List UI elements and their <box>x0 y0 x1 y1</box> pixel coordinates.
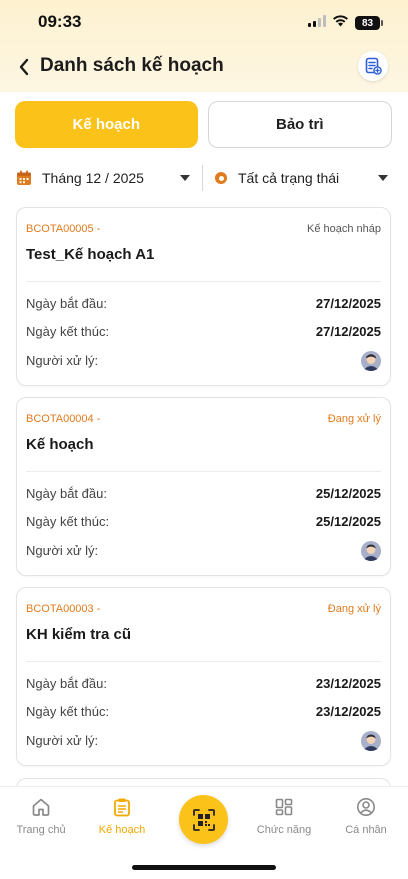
start-date-label: Ngày bắt đầu: <box>26 486 107 501</box>
grid-icon <box>275 798 293 816</box>
plan-title: KH kiểm tra cũ <box>26 626 132 643</box>
status-icons: 83 <box>308 14 383 32</box>
end-date-label: Ngày kết thúc: <box>26 704 110 719</box>
plan-code: BCOTA00005 - <box>26 223 101 235</box>
wifi-icon <box>332 14 349 32</box>
start-date-value: 23/12/2025 <box>315 676 381 691</box>
nav-label: Kế hoạch <box>98 824 146 836</box>
back-button[interactable] <box>18 56 36 78</box>
qr-scan-button[interactable] <box>179 795 228 844</box>
assignee-label: Người xử lý: <box>26 353 99 368</box>
end-date-value: 23/12/2025 <box>315 704 381 719</box>
nav-label: Chức năng <box>256 824 312 836</box>
plan-code: BCOTA00004 - <box>26 413 101 425</box>
avatar <box>361 351 381 371</box>
plan-status: Đang xử lý <box>327 413 381 425</box>
user-icon <box>357 798 375 816</box>
plan-title: Test_Kế hoạch A1 <box>26 246 155 263</box>
nav-item-chuc-nang[interactable]: Chức năng <box>244 797 324 836</box>
tab-ke-hoach[interactable]: Kế hoạch <box>15 101 198 148</box>
end-date-label: Ngày kết thúc: <box>26 514 110 529</box>
nav-item-ke-hoach[interactable]: Kế hoạch <box>82 797 162 836</box>
start-date-value: 27/12/2025 <box>315 296 381 311</box>
report-button[interactable] <box>358 51 388 81</box>
document-add-icon <box>365 57 382 75</box>
status-filter[interactable]: Tất cả trạng thái <box>203 163 392 193</box>
assignee-label: Người xử lý: <box>26 543 99 558</box>
nav-label: Trang chủ <box>16 824 66 836</box>
month-filter[interactable]: Tháng 12 / 2025 <box>16 163 202 193</box>
plan-status: Đang xử lý <box>327 603 381 615</box>
home-indicator <box>132 865 276 870</box>
avatar <box>361 541 381 561</box>
start-date-label: Ngày bắt đầu: <box>26 296 107 311</box>
status-filter-value: Tất cả trạng thái <box>238 170 340 186</box>
segment-tabs: Kế hoạch Bảo trì <box>15 101 392 148</box>
plan-code: BCOTA00003 - <box>26 603 101 615</box>
home-icon <box>32 798 50 816</box>
divider <box>26 661 381 662</box>
start-date-value: 25/12/2025 <box>315 486 381 501</box>
end-date-value: 25/12/2025 <box>315 514 381 529</box>
divider <box>26 471 381 472</box>
avatar <box>361 731 381 751</box>
assignee-label: Người xử lý: <box>26 733 99 748</box>
plan-list: BCOTA00005 - Kế hoạch nháp Test_Kế hoạch… <box>16 207 392 777</box>
nav-header: Danh sách kế hoạch <box>0 48 408 88</box>
clipboard-icon <box>114 798 130 817</box>
start-date-label: Ngày bắt đầu: <box>26 676 107 691</box>
plan-card[interactable]: BCOTA00004 - Đang xử lý Kế hoạch Ngày bắ… <box>16 397 391 576</box>
status-bar: 09:33 83 <box>0 0 408 44</box>
nav-item-home[interactable]: Trang chủ <box>1 797 81 836</box>
nav-label: Cá nhân <box>345 824 387 836</box>
qr-code-icon <box>192 808 215 831</box>
month-filter-value: Tháng 12 / 2025 <box>42 170 144 186</box>
nav-item-ca-nhan[interactable]: Cá nhân <box>326 797 406 836</box>
plan-status: Kế hoạch nháp <box>306 223 381 235</box>
battery-indicator: 83 <box>355 16 383 30</box>
end-date-value: 27/12/2025 <box>315 324 381 339</box>
calendar-icon <box>16 170 32 186</box>
signal-icon <box>308 14 326 32</box>
plan-title: Kế hoạch <box>26 436 94 453</box>
divider <box>26 281 381 282</box>
plan-card[interactable]: BCOTA00003 - Đang xử lý KH kiểm tra cũ N… <box>16 587 391 766</box>
caret-down-icon <box>378 175 388 181</box>
page-title: Danh sách kế hoạch <box>40 55 224 76</box>
filter-bar: Tháng 12 / 2025 Tất cả trạng thái <box>16 163 392 193</box>
tab-bao-tri[interactable]: Bảo trì <box>207 101 392 148</box>
status-time: 09:33 <box>38 12 82 31</box>
end-date-label: Ngày kết thúc: <box>26 324 110 339</box>
caret-down-icon <box>180 175 190 181</box>
chevron-left-icon <box>19 58 29 76</box>
plan-card[interactable]: BCOTA00005 - Kế hoạch nháp Test_Kế hoạch… <box>16 207 391 386</box>
top-header-area: 09:33 83 Danh sách kế hoạch <box>0 0 408 92</box>
status-dot-icon <box>215 172 227 184</box>
